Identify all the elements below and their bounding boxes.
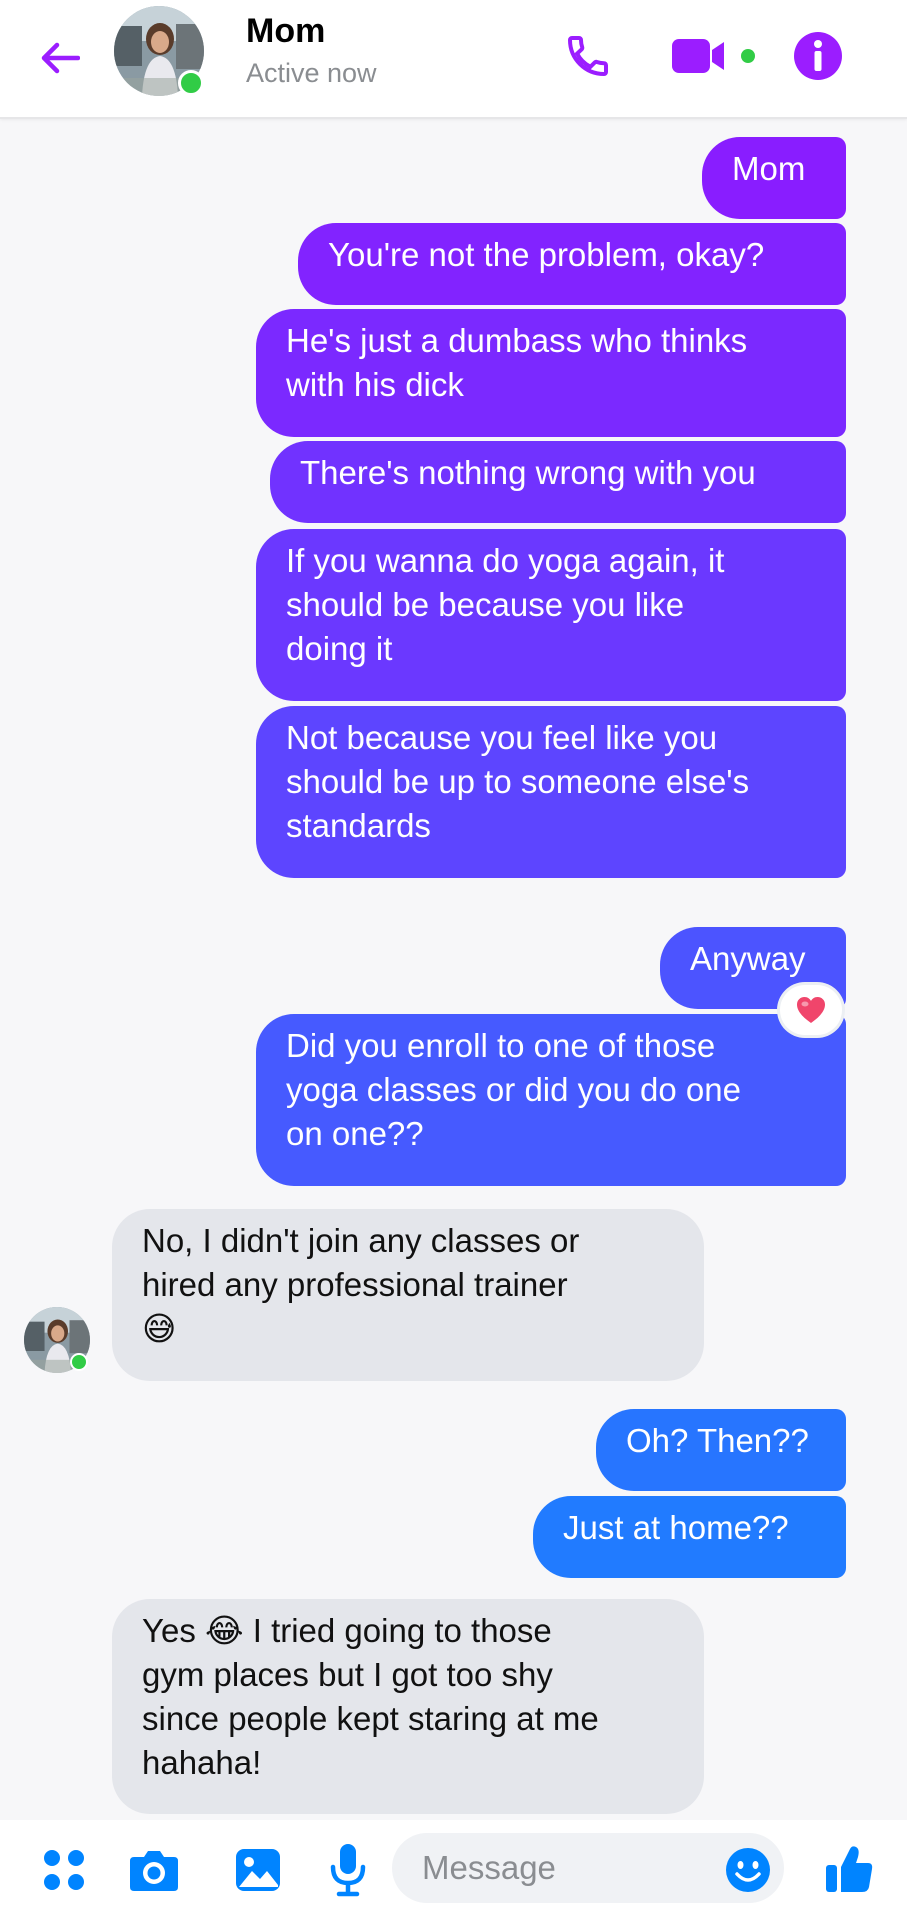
more-actions-button[interactable]	[36, 1842, 92, 1898]
message-placeholder: Message	[422, 1849, 556, 1886]
four-dots-icon	[44, 1850, 84, 1890]
outgoing-message[interactable]: You're not the problem, okay?	[298, 223, 846, 305]
video-call-button[interactable]	[668, 28, 764, 84]
info-icon	[794, 32, 842, 80]
active-status: Active now	[246, 58, 377, 88]
gallery-button[interactable]	[228, 1840, 288, 1900]
outgoing-message[interactable]: There's nothing wrong with you	[270, 441, 846, 523]
thumbs-up-icon	[826, 1846, 873, 1892]
incoming-message[interactable]: Yes 😂 I tried going to those gym places …	[112, 1599, 704, 1814]
back-button[interactable]	[30, 28, 90, 88]
contact-avatar[interactable]	[114, 6, 204, 96]
video-camera-icon	[672, 39, 755, 73]
message-thread[interactable]: Mom You're not the problem, okay? He's jus…	[0, 119, 907, 1820]
image-icon	[236, 1849, 280, 1891]
outgoing-message[interactable]: If you wanna do yoga again, it should be…	[256, 529, 846, 701]
online-indicator	[178, 70, 204, 96]
back-arrow-icon	[41, 42, 80, 74]
voice-call-button[interactable]	[558, 26, 618, 86]
sender-avatar[interactable]	[24, 1307, 90, 1373]
message-reaction[interactable]	[780, 985, 842, 1035]
like-button[interactable]	[818, 1838, 880, 1900]
incoming-message[interactable]: No, I didn't join any classes or hired a…	[112, 1209, 704, 1381]
camera-icon	[130, 1851, 178, 1891]
message-composer: Message	[0, 1820, 907, 1920]
online-indicator	[70, 1353, 88, 1371]
outgoing-message[interactable]: Oh? Then??	[596, 1409, 846, 1491]
outgoing-message[interactable]: Not because you feel like you should be …	[256, 706, 846, 878]
info-button[interactable]	[788, 26, 848, 86]
camera-button[interactable]	[124, 1840, 184, 1900]
outgoing-message[interactable]: Mom	[702, 137, 846, 219]
outgoing-message[interactable]: Just at home??	[533, 1496, 846, 1578]
chat-header: Mom Active now	[0, 0, 907, 119]
voice-record-button[interactable]	[320, 1838, 376, 1902]
heart-icon	[797, 997, 825, 1023]
smiley-icon	[726, 1848, 770, 1892]
contact-name[interactable]: Mom	[246, 12, 325, 51]
microphone-icon	[330, 1844, 366, 1897]
outgoing-message[interactable]: He's just a dumbass who thinks with his …	[256, 309, 846, 437]
emoji-button[interactable]	[718, 1840, 778, 1900]
phone-icon	[567, 36, 608, 77]
outgoing-message[interactable]: Did you enroll to one of those yoga clas…	[256, 1014, 846, 1186]
